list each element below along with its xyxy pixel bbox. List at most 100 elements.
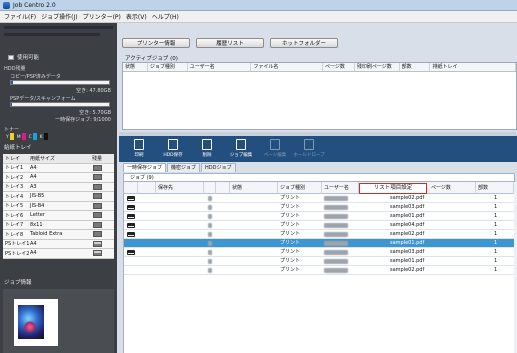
col-job-status[interactable]: 状態 <box>230 182 278 194</box>
col-output-tray[interactable]: 排紙トレイ <box>430 63 516 71</box>
tray-level <box>80 183 114 190</box>
redacted-mark <box>208 250 212 255</box>
tray-name: トレイ7 <box>5 222 24 229</box>
job-type: プリント <box>280 213 301 219</box>
tray-paper-size: A4 <box>30 164 37 171</box>
tab-hdd-jobs[interactable]: HDDジョブ <box>201 163 236 172</box>
printer-info-button[interactable]: プリンター情報 <box>122 38 190 48</box>
job-row[interactable]: プリント sample04.pdf 1 <box>124 221 517 230</box>
hot-folder-button[interactable]: ホットフォルダー <box>270 38 338 48</box>
job-row[interactable]: プリント sample02.pdf 1 <box>124 230 517 239</box>
job-type: プリント <box>280 240 301 246</box>
job-file-name: sample04.pdf <box>390 222 425 228</box>
tray-paper-size: A4 <box>30 250 37 257</box>
psp-data-bar <box>10 102 110 107</box>
job-row[interactable]: プリント sample01.pdf 1 <box>124 212 517 221</box>
tray-row: トレイ7 8x11 <box>3 221 114 230</box>
col-blank-3[interactable] <box>216 182 230 194</box>
redacted-mark <box>208 196 212 201</box>
job-copies: 1 <box>494 249 498 255</box>
list-item-settings-header[interactable]: リスト項目設定 <box>359 183 427 194</box>
print-icon <box>134 139 144 150</box>
col-page-count[interactable]: ページ数 <box>429 182 476 194</box>
copy-data-label: コピー/PSP済みデータ <box>10 74 61 80</box>
job-row[interactable]: プリント sample01.pdf 1 <box>124 239 517 248</box>
col-destination[interactable]: 保存先 <box>156 182 204 194</box>
col-user[interactable]: ユーザー名 <box>188 63 252 71</box>
col-copy-count[interactable]: 部数 <box>476 182 514 194</box>
job-stored-icon <box>127 232 135 237</box>
job-row[interactable]: プリント sample01.pdf 1 <box>124 257 517 266</box>
paper-level-icon <box>92 193 102 200</box>
job-stored-icon <box>127 196 135 201</box>
col-copies[interactable]: 部数 <box>400 63 431 71</box>
print-button[interactable]: 印刷 <box>122 136 156 162</box>
psp-data-free: 空き: 5.70GB <box>79 110 111 116</box>
col-icon[interactable] <box>124 182 138 194</box>
menu-view[interactable]: 表示(V) <box>126 12 147 21</box>
tray-name: トレイ4 <box>5 193 24 200</box>
main-area: プリンター情報 履歴リスト ホットフォルダー アクティブジョブ (0) 状態 ジ… <box>119 23 517 353</box>
job-type: プリント <box>280 195 301 201</box>
tray-name: トレイ1 <box>5 165 24 172</box>
hold-button[interactable]: ホールドロープ <box>292 136 326 162</box>
top-toolbar: プリンター情報 履歴リスト ホットフォルダー <box>122 38 338 48</box>
active-jobs-header: 状態 ジョブ種別 ユーザー名 ファイル名 ページ数 残印刷ページ数 部数 排紙ト… <box>123 63 516 72</box>
job-edit-button[interactable]: ジョブ編集 <box>224 136 258 162</box>
col-blank[interactable] <box>138 182 156 194</box>
tray-name: トレイ2 <box>5 174 24 181</box>
job-copies: 1 <box>494 204 498 210</box>
col-blank-2[interactable] <box>204 182 216 194</box>
tab-temp-jobs[interactable]: 一時保存ジョブ <box>123 163 167 172</box>
paper-level-icon <box>92 164 102 171</box>
job-stored-icon <box>127 205 135 210</box>
copy-data-free: 空き: 47.80GB <box>76 88 111 94</box>
tab-secure-jobs[interactable]: 機密ジョブ <box>167 163 201 172</box>
col-job-type[interactable]: ジョブ種別 <box>148 63 188 71</box>
tray-paper-size: Letter <box>30 212 45 219</box>
tray-row: トレイ5 JIS-B4 <box>3 202 114 211</box>
redacted-mark <box>208 205 212 210</box>
col-remaining[interactable]: 残印刷ページ数 <box>355 63 400 71</box>
tray-paper-size: 8x11 <box>30 221 43 228</box>
col-username[interactable]: ユーザー名 <box>322 182 359 194</box>
job-file-name: sample02.pdf <box>390 267 425 273</box>
menu-file[interactable]: ファイル(F) <box>4 12 36 21</box>
redacted-mark <box>208 268 212 273</box>
job-stored-icon <box>127 223 135 228</box>
menu-job[interactable]: ジョブ操作(J) <box>41 12 77 21</box>
redacted-username <box>324 250 348 255</box>
printer-model-redacted <box>4 33 100 36</box>
hdd-save-button[interactable]: HDD保存 <box>156 136 190 162</box>
job-row[interactable]: プリント sample02.pdf 1 <box>124 194 517 203</box>
menu-help[interactable]: ヘルプ(H) <box>152 12 179 21</box>
menu-bar: ファイル(F) ジョブ操作(J) プリンター(P) 表示(V) ヘルプ(H) <box>0 11 517 23</box>
printer-ready-icon <box>8 54 14 60</box>
col-file[interactable]: ファイル名 <box>251 63 323 71</box>
page-edit-button[interactable]: ページ編集 <box>258 136 292 162</box>
job-row[interactable]: プリント sample03.pdf 1 <box>124 203 517 212</box>
toner-y: Y <box>6 133 14 140</box>
job-file-name: sample01.pdf <box>390 240 425 246</box>
redacted-mark <box>208 223 212 228</box>
job-row[interactable]: プリント sample03.pdf 1 <box>124 248 517 257</box>
tray-row: トレイ1 A4 <box>3 164 114 173</box>
paper-level-icon <box>92 174 102 181</box>
tray-title: 給紙トレイ <box>4 145 32 151</box>
job-tabs: 一時保存ジョブ 機密ジョブ HDDジョブ <box>123 163 236 172</box>
tray-paper-size: Tabloid Extra <box>30 231 63 238</box>
tray-table-header: トレイ 用紙サイズ 残量 <box>3 154 114 164</box>
toner-levels: Y M C K <box>6 133 48 140</box>
delete-button[interactable]: 削除 <box>190 136 224 162</box>
job-row[interactable]: プリント sample02.pdf 1 <box>124 266 517 275</box>
history-list-button[interactable]: 履歴リスト <box>196 38 264 48</box>
col-status[interactable]: 状態 <box>123 63 148 71</box>
col-job-kind[interactable]: ジョブ種別 <box>278 182 322 194</box>
status-indicator: 使用可能 <box>8 53 39 61</box>
redacted-username <box>324 205 348 210</box>
col-pages[interactable]: ページ数 <box>323 63 355 71</box>
menu-printer[interactable]: プリンター(P) <box>83 12 121 21</box>
psp-data-bar-fill <box>11 103 12 106</box>
tray-table: トレイ 用紙サイズ 残量 トレイ1 A4 トレイ2 A4 トレイ3 A3 トレイ4 JIS-B… <box>3 154 114 259</box>
job-copies: 1 <box>494 195 498 201</box>
